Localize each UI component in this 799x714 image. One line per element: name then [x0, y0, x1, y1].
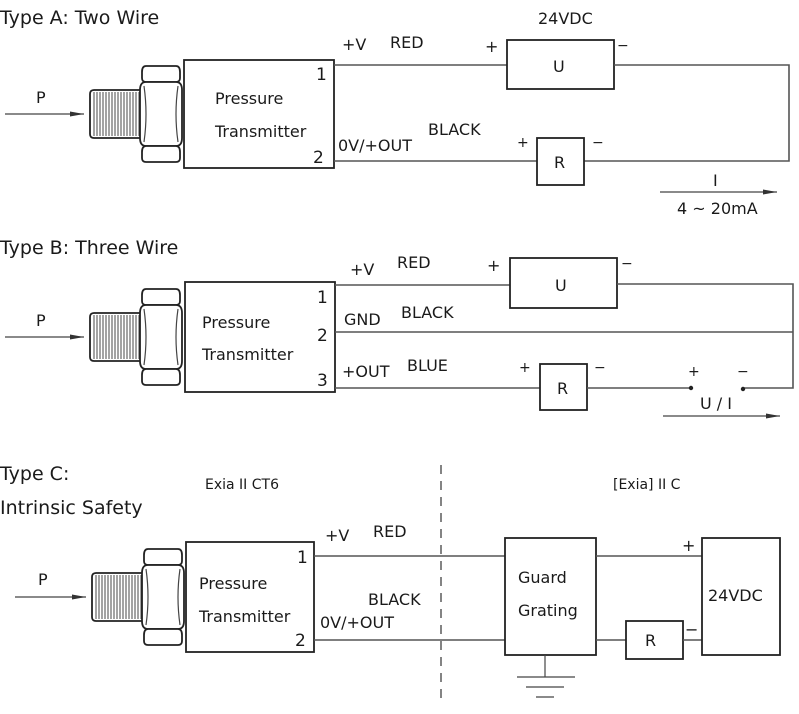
transmitter-box [183, 59, 335, 169]
current-range: 4 ~ 20mA [677, 199, 758, 218]
pin-2-label: 2 [313, 148, 324, 168]
supply-box-label: 24VDC [708, 586, 763, 605]
wire2-color: BLACK [401, 303, 454, 322]
wire2-color: BLACK [368, 590, 421, 609]
wire2-signal: 0V/+OUT [320, 613, 394, 632]
hazard-zone-label: Exia II CT6 [205, 477, 279, 493]
wiring-diagram: Type A: Two Wire P Pressure Transmitter … [0, 7, 794, 700]
guard-grating-line2: Grating [518, 601, 578, 620]
pressure-input-label: P [36, 88, 46, 107]
transmitter-label-line2: Transmitter [214, 122, 307, 141]
pin-1-label: 1 [316, 65, 327, 85]
wire1-color: RED [397, 253, 431, 272]
resistor-minus: − [592, 135, 604, 151]
supply-minus: − [617, 38, 629, 54]
guard-grating-line1: Guard [518, 568, 567, 587]
wire2-color: BLACK [428, 120, 481, 139]
transmitter-label-line2: Transmitter [198, 607, 291, 626]
supply-plus: + [682, 536, 695, 555]
transmitter-box [184, 281, 336, 393]
transmitter-label-line1: Pressure [215, 89, 283, 108]
type-b-section: Type B: Three Wire P Pressure Transmitte… [0, 237, 794, 419]
pressure-fitting-icon [89, 288, 183, 386]
wire3-signal: +OUT [342, 362, 390, 381]
safe-zone-label: [Exia] II C [613, 477, 681, 493]
wire1-signal: +V [325, 526, 349, 545]
pin-1-label: 1 [317, 288, 328, 308]
wire-supply-return [617, 283, 794, 389]
pin-3-label: 3 [317, 371, 328, 391]
output-plus-terminal [688, 385, 694, 391]
transmitter-label-line2: Transmitter [201, 345, 294, 364]
supply-minus: − [621, 256, 633, 272]
pressure-input-label: P [38, 570, 48, 589]
transmitter-label-line1: Pressure [202, 313, 270, 332]
pin-2-label: 2 [295, 631, 306, 651]
output-label: U / I [700, 394, 732, 413]
wire1-color: RED [373, 522, 407, 541]
supply-minus: − [685, 620, 698, 639]
resistor-label: R [554, 153, 565, 172]
wire1-color: RED [390, 33, 424, 52]
wire2-signal: 0V/+OUT [338, 136, 412, 155]
pin-1-label: 1 [297, 548, 308, 568]
supply-plus: + [487, 256, 500, 275]
resistor-plus: + [517, 135, 529, 151]
type-c-section: Type C: Intrinsic Safety Exia II CT6 [Ex… [0, 463, 781, 700]
type-a-section: Type A: Two Wire P Pressure Transmitter … [0, 7, 790, 218]
wire1-signal: +V [350, 260, 374, 279]
pressure-input-label: P [36, 311, 46, 330]
current-label: I [713, 171, 718, 190]
resistor-label: R [645, 631, 656, 650]
supply-box-label: U [555, 276, 567, 295]
output-minus: − [737, 364, 749, 380]
resistor-plus: + [519, 360, 531, 376]
pin-2-label: 2 [317, 326, 328, 346]
resistor-label: R [557, 379, 568, 398]
type-b-title: Type B: Three Wire [0, 237, 178, 259]
output-minus-terminal [740, 386, 746, 392]
transmitter-label-line1: Pressure [199, 574, 267, 593]
ground-icon [517, 655, 575, 698]
resistor-minus: − [594, 360, 606, 376]
supply-box-label: U [553, 57, 565, 76]
type-a-title: Type A: Two Wire [0, 7, 159, 29]
type-c-title-line1: Type C: [0, 463, 69, 485]
wire2-signal: GND [344, 310, 381, 329]
pressure-fitting-icon [89, 65, 183, 163]
pressure-fitting-icon [91, 548, 185, 646]
wire3-color: BLUE [407, 356, 448, 375]
wire1-signal: +V [342, 35, 366, 54]
type-c-title-line2: Intrinsic Safety [0, 497, 143, 519]
supply-plus: + [485, 37, 498, 56]
supply-voltage-label: 24VDC [538, 9, 593, 28]
output-plus: + [688, 364, 700, 380]
guard-grating-box [504, 537, 597, 656]
